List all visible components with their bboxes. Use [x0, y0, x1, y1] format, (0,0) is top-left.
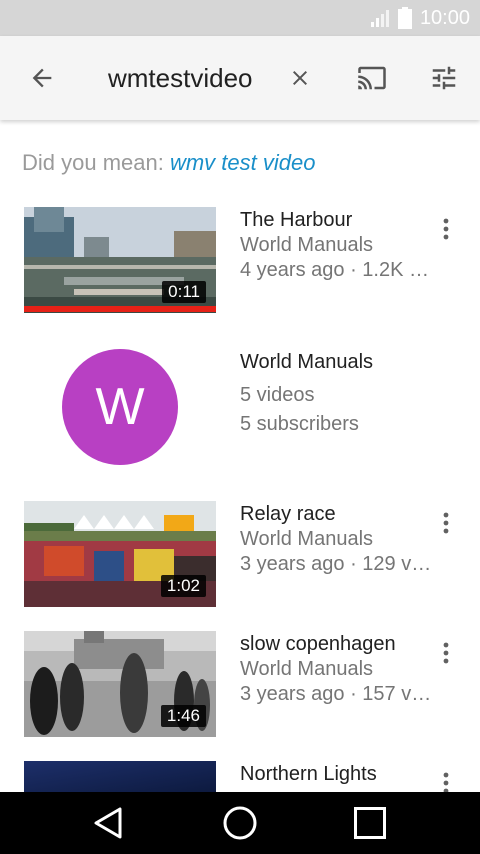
status-icons: 10:00: [370, 0, 470, 36]
video-info: slow copenhagen World Manuals 3 years ag…: [240, 631, 432, 707]
battery-icon: [397, 7, 412, 29]
search-toolbar: wmtestvideo: [0, 36, 480, 120]
back-button[interactable]: [16, 36, 68, 120]
video-info: Relay race World Manuals 3 years ago · 1…: [240, 501, 432, 577]
back-triangle-icon: [94, 807, 122, 839]
video-channel: World Manuals: [240, 658, 374, 680]
search-query[interactable]: wmtestvideo: [108, 36, 253, 120]
close-icon: [293, 71, 307, 85]
video-channel: World Manuals: [240, 234, 374, 256]
video-meta: 3 years ago · 157 views: [240, 683, 432, 705]
arrow-back-icon: [32, 68, 52, 88]
video-thumbnail[interactable]: 1:46: [24, 631, 216, 737]
suggested-query-link[interactable]: wmv test video: [170, 150, 316, 175]
clock: 10:00: [419, 6, 470, 29]
video-result[interactable]: 0:11 The Harbour World Manuals 4 years a…: [0, 207, 480, 317]
more-options-button[interactable]: [434, 209, 458, 249]
video-info: The Harbour World Manuals 4 years ago · …: [240, 207, 432, 283]
channel-name: World Manuals: [240, 351, 374, 373]
signal-icon: [370, 10, 389, 27]
more-vert-icon: [443, 642, 449, 664]
more-options-button[interactable]: [434, 763, 458, 792]
tune-icon: [432, 66, 456, 90]
nav-recents-button[interactable]: [330, 792, 410, 854]
video-duration: 0:11: [162, 281, 206, 303]
video-meta: 4 years ago · 1.2K views: [240, 259, 432, 281]
channel-avatar[interactable]: W: [62, 349, 178, 465]
channel-result[interactable]: W World Manuals 5 videos 5 subscribers: [0, 345, 480, 475]
video-title: Northern Lights: [240, 763, 377, 785]
nav-home-button[interactable]: [200, 792, 280, 854]
filter-button[interactable]: [418, 36, 470, 120]
video-title: The Harbour: [240, 209, 353, 231]
watch-progress-bar: [24, 306, 216, 312]
video-result[interactable]: 1:46 slow copenhagen World Manuals 3 yea…: [0, 631, 480, 741]
channel-subscriber-count: 5 subscribers: [240, 413, 359, 435]
video-thumbnail[interactable]: [24, 761, 216, 792]
clear-search-button[interactable]: [276, 36, 324, 120]
more-options-button[interactable]: [434, 503, 458, 543]
more-vert-icon: [443, 218, 449, 240]
video-meta: 3 years ago · 129 views: [240, 553, 432, 575]
home-circle-icon: [223, 806, 257, 840]
cast-button[interactable]: [346, 36, 398, 120]
cast-icon: [358, 66, 386, 90]
nav-back-button[interactable]: [68, 792, 148, 854]
northern-lights-thumbnail-image: [24, 761, 216, 792]
did-you-mean-label: Did you mean:: [22, 150, 170, 175]
video-duration: 1:46: [160, 705, 206, 727]
system-navigation-bar: [0, 792, 480, 854]
video-channel: World Manuals: [240, 528, 374, 550]
channel-info: World Manuals 5 videos 5 subscribers: [240, 349, 432, 439]
video-title: slow copenhagen: [240, 633, 396, 655]
video-info: Northern Lights: [240, 761, 432, 787]
video-title: Relay race: [240, 503, 336, 525]
video-duration: 1:02: [160, 575, 206, 597]
more-vert-icon: [443, 772, 449, 792]
video-result[interactable]: 1:02 Relay race World Manuals 3 years ag…: [0, 501, 480, 611]
video-thumbnail[interactable]: 0:11: [24, 207, 216, 313]
video-result[interactable]: Northern Lights: [0, 761, 480, 792]
recents-square-icon: [354, 807, 386, 839]
more-vert-icon: [443, 512, 449, 534]
did-you-mean: Did you mean: wmv test video: [22, 150, 315, 176]
channel-video-count: 5 videos: [240, 384, 315, 406]
status-bar: 10:00: [0, 0, 480, 36]
video-thumbnail[interactable]: 1:02: [24, 501, 216, 607]
more-options-button[interactable]: [434, 633, 458, 673]
